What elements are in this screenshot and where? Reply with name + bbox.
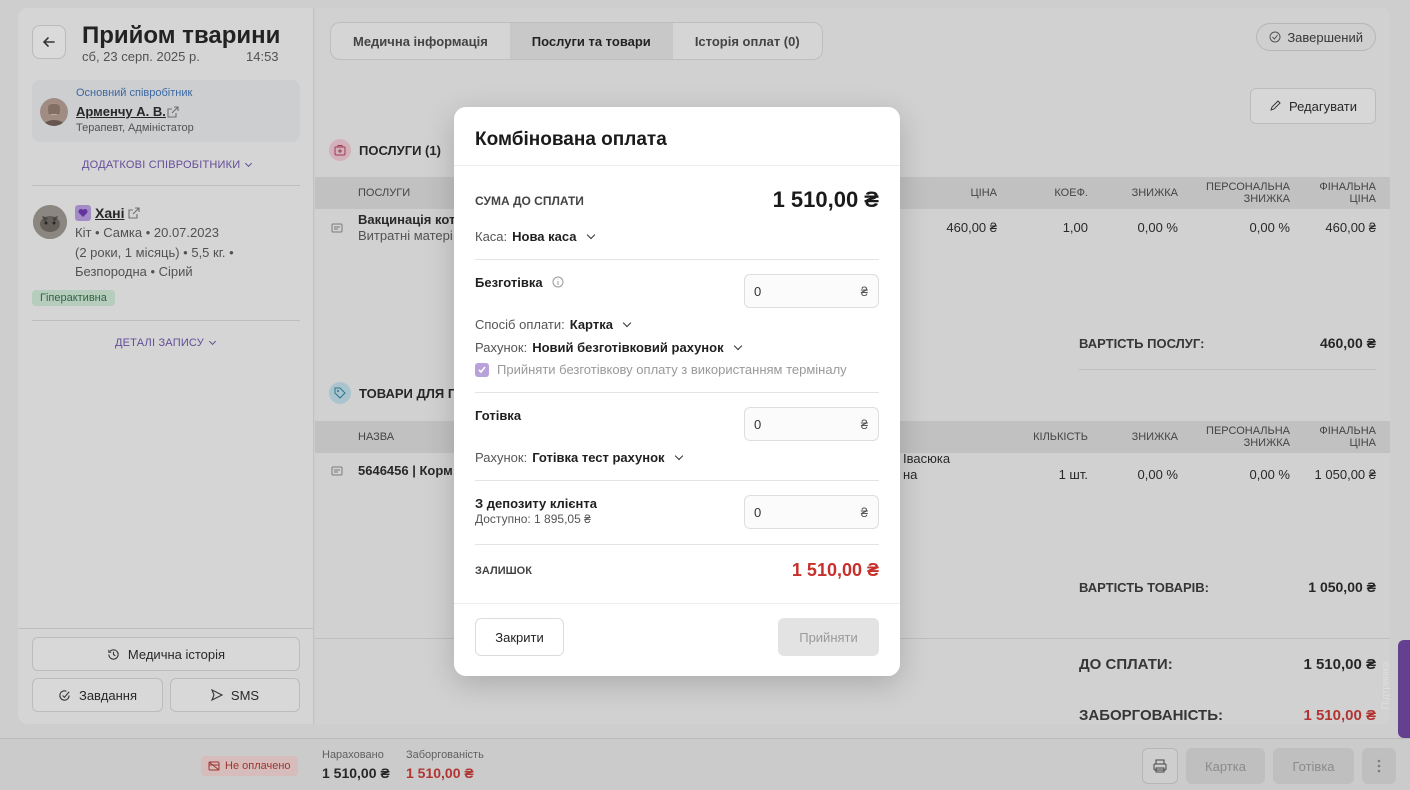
noncash-account-select[interactable]: Рахунок: Новий безготівковий рахунок	[475, 340, 745, 355]
cash-account-value: Готівка тест рахунок	[532, 450, 665, 465]
remainder-label: ЗАЛИШОК	[475, 565, 532, 577]
cashbox-label: Каса:	[475, 229, 508, 244]
currency-symbol: ₴	[860, 284, 868, 299]
chevron-down-icon	[733, 341, 742, 351]
chevron-down-icon	[586, 230, 595, 240]
noncash-amount-value: 0	[754, 284, 762, 299]
noncash-label: Безготівка	[475, 275, 564, 290]
info-icon[interactable]	[552, 276, 564, 288]
noncash-label-text: Безготівка	[475, 275, 543, 290]
accept-button[interactable]: Прийняти	[778, 618, 879, 656]
deposit-amount-value: 0	[754, 505, 762, 520]
divider	[475, 544, 879, 545]
payment-method-select[interactable]: Спосіб оплати: Картка	[475, 317, 634, 332]
sum-label: СУМА ДО СПЛАТИ	[475, 194, 584, 208]
divider	[454, 603, 900, 604]
cash-label: Готівка	[475, 408, 522, 423]
sum-value: 1 510,00 ₴	[772, 187, 879, 212]
terminal-checkbox-row[interactable]: Прийняти безготівкову оплату з використа…	[475, 362, 847, 377]
divider	[475, 480, 879, 481]
remainder-value: 1 510,00 ₴	[791, 560, 879, 580]
divider	[475, 392, 879, 393]
check-icon	[478, 366, 486, 373]
divider	[475, 259, 879, 260]
account-label: Рахунок:	[475, 450, 528, 465]
noncash-amount-input[interactable]: 0 ₴	[744, 274, 879, 308]
chevron-down-icon	[622, 318, 632, 328]
payment-method-label: Спосіб оплати:	[475, 317, 565, 332]
combined-payment-modal: Комбінована оплата СУМА ДО СПЛАТИ 1 510,…	[454, 107, 900, 676]
cashbox-value: Нова каса	[512, 229, 577, 244]
currency-symbol: ₴	[860, 417, 868, 432]
divider	[454, 165, 900, 166]
deposit-amount-input[interactable]: 0 ₴	[744, 495, 879, 529]
deposit-available: Доступно: 1 895,05 ₴	[475, 512, 591, 526]
cash-amount-value: 0	[754, 417, 762, 432]
deposit-label: З депозиту клієнта	[475, 496, 598, 511]
terminal-checkbox[interactable]	[475, 362, 489, 377]
cashbox-select[interactable]: Каса: Нова каса	[475, 229, 598, 244]
close-button[interactable]: Закрити	[475, 618, 564, 656]
chevron-down-icon	[674, 451, 683, 461]
currency-symbol: ₴	[860, 505, 868, 520]
cash-amount-input[interactable]: 0 ₴	[744, 407, 879, 441]
payment-method-value: Картка	[569, 317, 613, 332]
cash-account-select[interactable]: Рахунок: Готівка тест рахунок	[475, 450, 686, 465]
account-label: Рахунок:	[475, 340, 528, 355]
terminal-checkbox-label: Прийняти безготівкову оплату з використа…	[497, 362, 847, 377]
noncash-account-value: Новий безготівковий рахунок	[532, 340, 724, 355]
modal-title: Комбінована оплата	[475, 129, 667, 150]
